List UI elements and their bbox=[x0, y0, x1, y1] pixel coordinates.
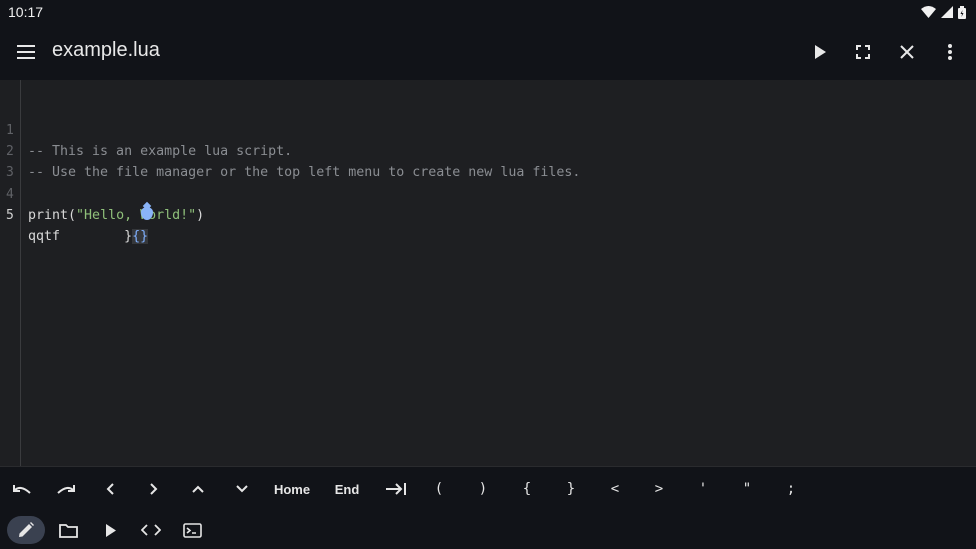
undo-icon bbox=[13, 485, 31, 494]
arrow-right-key[interactable] bbox=[142, 467, 166, 511]
code-text: qqtf }{} bbox=[28, 226, 149, 247]
arrow-up-key[interactable] bbox=[186, 467, 210, 511]
signal-icon bbox=[941, 6, 953, 18]
file-title: example.lua bbox=[52, 39, 160, 61]
menu-button[interactable] bbox=[14, 40, 38, 64]
nav-code[interactable] bbox=[138, 516, 164, 544]
code-text: print("Hello, World!") bbox=[28, 205, 204, 226]
nav-terminal[interactable] bbox=[180, 516, 204, 544]
fullscreen-button[interactable] bbox=[851, 40, 875, 64]
greater-than-key[interactable]: > bbox=[648, 467, 670, 511]
nav-files[interactable] bbox=[56, 516, 80, 544]
code-line-2[interactable]: 2 -- Use the file manager or the top lef… bbox=[0, 120, 976, 180]
code-editor[interactable]: 1 -- This is an example lua script. 2 --… bbox=[0, 80, 976, 466]
play-icon bbox=[105, 523, 116, 537]
tab-key[interactable] bbox=[382, 467, 410, 511]
open-brace-key[interactable]: { bbox=[516, 467, 538, 511]
code-line-1[interactable]: 1 -- This is an example lua script. bbox=[0, 99, 976, 159]
chevron-left-icon bbox=[106, 483, 114, 495]
app-bar: example.lua bbox=[0, 24, 976, 80]
nav-run[interactable] bbox=[100, 516, 120, 544]
line-number-active: 5 bbox=[6, 208, 14, 223]
close-brace-key[interactable]: } bbox=[560, 467, 582, 511]
status-time: 10:17 bbox=[8, 4, 44, 20]
tab-icon bbox=[386, 483, 406, 495]
wifi-icon bbox=[921, 6, 936, 18]
home-key[interactable]: Home bbox=[270, 467, 314, 511]
terminal-icon bbox=[182, 522, 202, 538]
chevron-right-icon bbox=[150, 483, 158, 495]
status-bar: 10:17 bbox=[0, 0, 976, 24]
redo-icon bbox=[57, 485, 75, 494]
less-than-key[interactable]: < bbox=[604, 467, 626, 511]
undo-key[interactable] bbox=[8, 467, 36, 511]
battery-icon bbox=[958, 5, 966, 19]
more-options-button[interactable] bbox=[938, 40, 962, 64]
pencil-icon bbox=[19, 522, 34, 537]
nav-editor[interactable] bbox=[7, 516, 45, 544]
more-vertical-icon bbox=[948, 44, 952, 60]
fullscreen-icon bbox=[856, 45, 870, 59]
folder-icon bbox=[58, 523, 78, 538]
close-paren-key[interactable]: ) bbox=[472, 467, 494, 511]
code-function: print( bbox=[28, 208, 77, 223]
double-quote-key[interactable]: " bbox=[736, 467, 758, 511]
code-line-3[interactable]: 3 bbox=[0, 141, 976, 180]
run-button[interactable] bbox=[808, 40, 832, 64]
chevron-up-icon bbox=[192, 485, 204, 493]
extra-keys-bar: Home End ( ) { } < > ' " ; bbox=[0, 466, 976, 510]
code-line-4[interactable]: 4 print("Hello, World!") bbox=[0, 163, 976, 223]
hamburger-menu-icon bbox=[17, 45, 35, 59]
code-plain: qqtf } bbox=[28, 229, 133, 244]
bracket-highlight: {} bbox=[132, 229, 149, 244]
code-string: "Hello, World!" bbox=[76, 208, 197, 223]
semicolon-key[interactable]: ; bbox=[780, 467, 802, 511]
redo-key[interactable] bbox=[52, 467, 80, 511]
code-brackets-icon bbox=[141, 524, 161, 536]
arrow-down-key[interactable] bbox=[230, 467, 254, 511]
open-paren-key[interactable]: ( bbox=[428, 467, 450, 511]
single-quote-key[interactable]: ' bbox=[692, 467, 714, 511]
bottom-navigation bbox=[0, 510, 976, 549]
code-paren: ) bbox=[196, 208, 205, 223]
chevron-down-icon bbox=[236, 485, 248, 493]
end-key[interactable]: End bbox=[330, 467, 364, 511]
close-icon bbox=[900, 45, 914, 59]
play-icon bbox=[815, 45, 826, 59]
status-icons bbox=[921, 5, 966, 19]
close-file-button[interactable] bbox=[895, 40, 919, 64]
arrow-left-key[interactable] bbox=[98, 467, 122, 511]
